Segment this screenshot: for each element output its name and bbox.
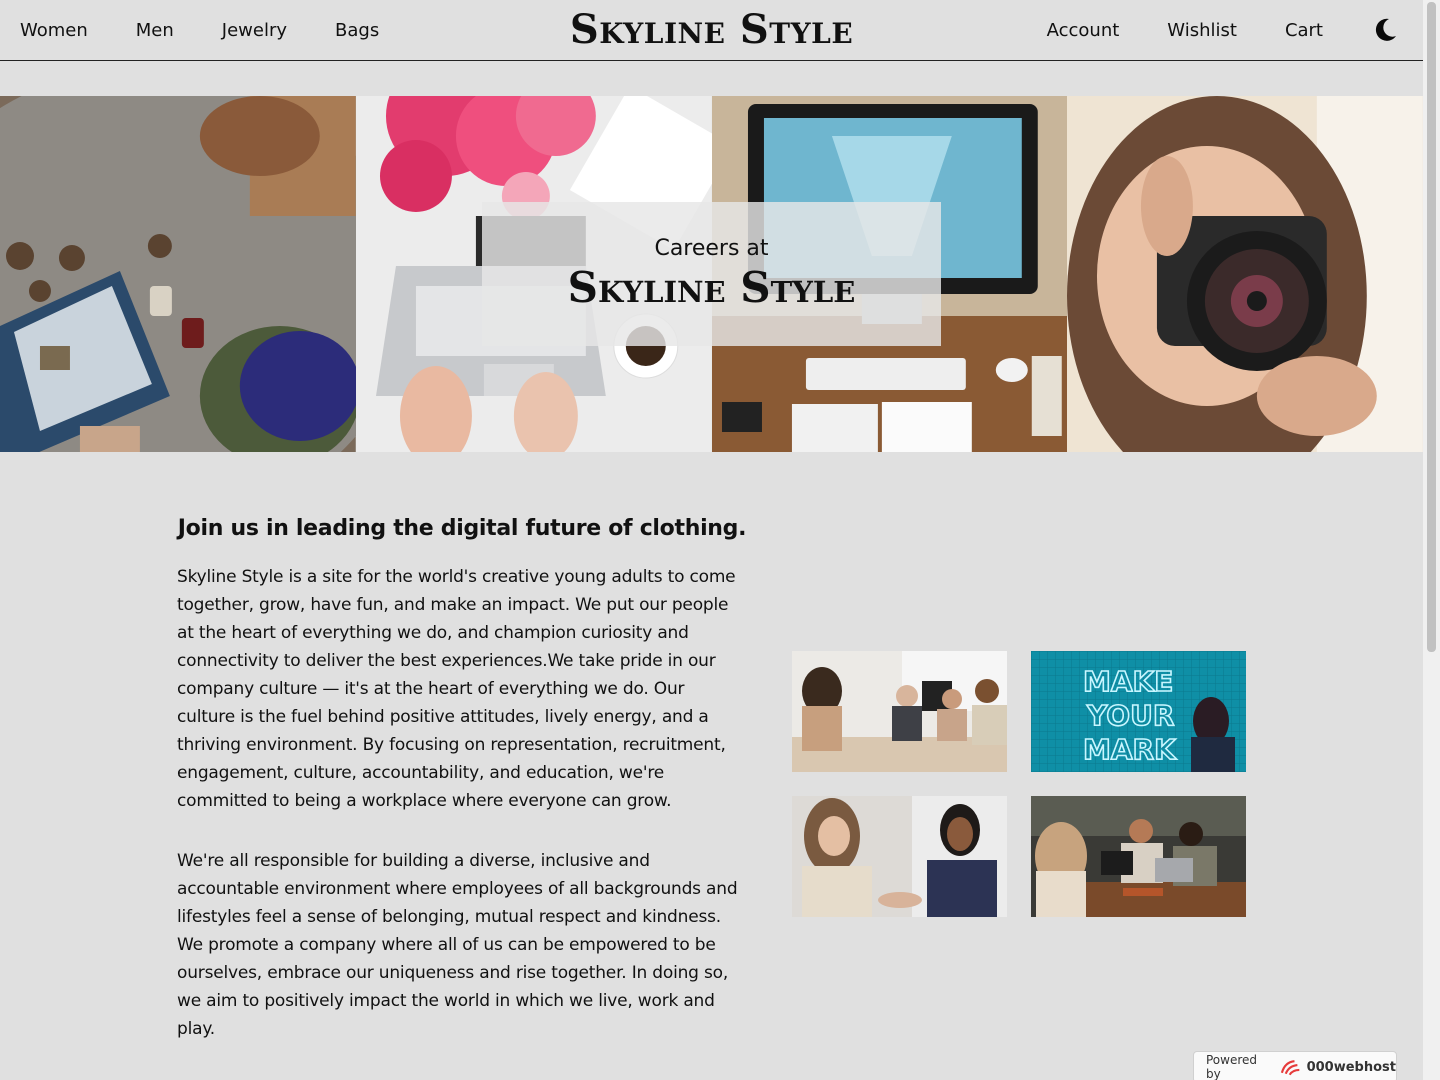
badge-brand: 000webhost xyxy=(1306,1059,1396,1075)
nav-link-cart[interactable]: Cart xyxy=(1285,20,1323,41)
make-your-mark-neon-photo: MAKE YOUR MARK xyxy=(1031,651,1246,772)
laptop-drawing-photo xyxy=(0,96,356,452)
team-laptop-cafe-photo xyxy=(1031,796,1246,917)
culture-gallery: MAKE YOUR MARK xyxy=(792,651,1246,917)
hero-title-card: Careers at Skyline Style xyxy=(482,202,941,346)
neon-word-mark: MARK xyxy=(1083,733,1177,766)
nav-link-account[interactable]: Account xyxy=(1047,20,1120,41)
careers-intro: Join us in leading the digital future of… xyxy=(177,516,747,1043)
photographer-camera-photo xyxy=(1067,96,1423,452)
badge-prefix: Powered by xyxy=(1206,1053,1258,1080)
hero-subtitle: Careers at xyxy=(654,236,769,261)
webhost-logo-icon xyxy=(1281,1060,1300,1076)
hero-title: Skyline Style xyxy=(567,263,856,312)
colleagues-handshake-photo xyxy=(792,796,1007,917)
section-heading: Join us in leading the digital future of… xyxy=(177,516,747,541)
nav-link-wishlist[interactable]: Wishlist xyxy=(1167,20,1237,41)
intro-paragraph: Skyline Style is a site for the world's … xyxy=(177,567,736,811)
neon-word-your: YOUR xyxy=(1086,699,1174,732)
moon-icon[interactable] xyxy=(1371,16,1399,44)
powered-by-badge[interactable]: Powered by 000webhost xyxy=(1193,1051,1397,1080)
scrollbar-thumb[interactable] xyxy=(1427,2,1436,652)
account-nav: Account Wishlist Cart xyxy=(1047,0,1399,60)
neon-word-make: MAKE xyxy=(1083,665,1173,698)
site-header: Women Men Jewelry Bags Skyline Style Acc… xyxy=(0,0,1423,61)
diversity-paragraph: We're all responsible for building a div… xyxy=(177,851,738,1039)
meeting-handshake-photo xyxy=(792,651,1007,772)
page-scrollbar[interactable] xyxy=(1423,0,1440,1080)
